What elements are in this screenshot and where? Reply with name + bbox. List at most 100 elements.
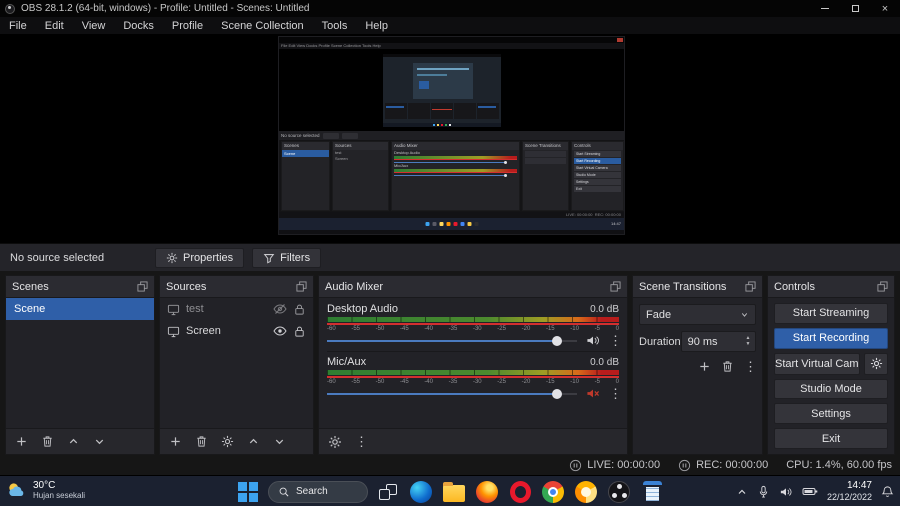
source-list-item-screen[interactable]: Screen	[160, 320, 313, 342]
chevron-down-icon	[741, 313, 748, 317]
menu-tools[interactable]: Tools	[313, 20, 357, 32]
volume-slider[interactable]	[327, 388, 577, 400]
start-button[interactable]	[235, 479, 261, 505]
dock-popout-icon[interactable]	[610, 281, 621, 292]
dock-popout-icon[interactable]	[745, 281, 756, 292]
mixer-options-icon[interactable]: ⋮	[355, 435, 368, 448]
advanced-audio-icon[interactable]	[328, 435, 342, 449]
file-explorer-icon	[443, 481, 465, 502]
scenes-title: Scenes	[12, 280, 49, 293]
filters-button[interactable]: Filters	[252, 247, 322, 268]
chrome-icon	[542, 480, 564, 503]
move-source-down-icon[interactable]	[273, 435, 286, 448]
add-source-icon[interactable]	[169, 435, 182, 448]
mic-muted-icon[interactable]	[585, 387, 601, 400]
taskbar-weather-widget[interactable]: 30°C Hujan sesekali	[6, 479, 85, 501]
chrome-canary-button[interactable]	[573, 479, 599, 505]
mic-tray-icon[interactable]	[757, 485, 770, 498]
scene-list-item[interactable]: Scene	[6, 298, 154, 320]
close-button[interactable]: ×	[870, 0, 900, 17]
lock-icon[interactable]	[293, 325, 306, 338]
tick-label: 0	[615, 326, 619, 332]
clock-date: 22/12/2022	[826, 492, 872, 503]
spin-down-icon[interactable]: ▼	[746, 342, 751, 347]
mini-nested-capture	[383, 54, 501, 127]
hidden-icons-chevron[interactable]	[736, 486, 748, 498]
start-streaming-button[interactable]: Start Streaming	[774, 303, 888, 324]
add-scene-icon[interactable]	[15, 435, 28, 448]
source-properties-icon[interactable]	[221, 435, 234, 448]
start-virtual-camera-button[interactable]: Start Virtual Camera	[774, 352, 860, 375]
channel-options-icon[interactable]: ⋮	[609, 334, 622, 347]
file-explorer-button[interactable]	[441, 479, 467, 505]
monitor-icon	[167, 304, 180, 315]
transition-select[interactable]: Fade	[639, 304, 756, 325]
virtual-camera-config-button[interactable]	[864, 352, 888, 375]
duration-spinbox[interactable]: 90 ms ▲ ▼	[680, 331, 756, 352]
remove-source-icon[interactable]	[195, 435, 208, 448]
menu-scene-collection[interactable]: Scene Collection	[212, 20, 313, 32]
visibility-off-icon[interactable]	[273, 302, 287, 316]
tick-label: -30	[472, 326, 482, 332]
clock-time: 14:47	[846, 480, 872, 492]
obs-taskbar-button[interactable]	[606, 479, 632, 505]
visibility-on-icon[interactable]	[273, 324, 287, 338]
dock-popout-icon[interactable]	[296, 281, 307, 292]
scene-transitions-title: Scene Transitions	[639, 280, 727, 293]
source-list-item-test[interactable]: test	[160, 298, 313, 320]
mini-preview	[279, 49, 624, 131]
channel-options-icon[interactable]: ⋮	[609, 387, 622, 400]
tick-label: -5	[594, 379, 600, 385]
tick-label: -25	[497, 326, 506, 332]
notification-bell-icon[interactable]	[881, 485, 894, 498]
tick-label: -55	[351, 326, 360, 332]
window-titlebar: OBS 28.1.2 (64-bit, windows) - Profile: …	[0, 0, 900, 17]
preview-canvas[interactable]: File Edit View Docks Profile Scene Colle…	[0, 34, 900, 243]
settings-button[interactable]: Settings	[774, 403, 888, 425]
add-transition-icon[interactable]	[698, 360, 711, 373]
dock-popout-icon[interactable]	[137, 281, 148, 292]
maximize-button[interactable]	[840, 0, 870, 17]
menu-profile[interactable]: Profile	[163, 20, 212, 32]
task-view-button[interactable]	[375, 479, 401, 505]
firefox-button[interactable]	[474, 479, 500, 505]
transition-options-icon[interactable]: ⋮	[744, 360, 757, 373]
tick-label: -45	[399, 379, 409, 385]
tick-label: -50	[375, 326, 385, 332]
dock-popout-icon[interactable]	[877, 281, 888, 292]
taskbar-clock[interactable]: 14:47 22/12/2022	[827, 480, 872, 503]
volume-slider[interactable]	[327, 335, 577, 347]
taskbar-search[interactable]: Search	[268, 480, 368, 503]
mini-source-toolbar: No source selected	[279, 131, 624, 140]
chrome-button[interactable]	[540, 479, 566, 505]
menu-help[interactable]: Help	[356, 20, 397, 32]
menu-view[interactable]: View	[73, 20, 115, 32]
tick-label: -20	[521, 326, 531, 332]
studio-mode-button[interactable]: Studio Mode	[774, 378, 888, 400]
remove-scene-icon[interactable]	[41, 435, 54, 448]
minimize-button[interactable]	[810, 0, 840, 17]
edge-button[interactable]	[408, 479, 434, 505]
move-scene-down-icon[interactable]	[93, 435, 106, 448]
menu-file[interactable]: File	[0, 20, 36, 32]
move-scene-up-icon[interactable]	[67, 435, 80, 448]
tick-label: -30	[472, 379, 482, 385]
filter-icon	[263, 253, 275, 264]
exit-button[interactable]: Exit	[774, 428, 888, 449]
volume-slider-handle[interactable]	[552, 335, 562, 346]
menu-docks[interactable]: Docks	[114, 20, 163, 32]
notepad-button[interactable]	[639, 479, 665, 505]
opera-button[interactable]	[507, 479, 533, 505]
lock-icon[interactable]	[293, 303, 306, 316]
properties-button[interactable]: Properties	[155, 247, 245, 268]
remove-transition-icon[interactable]	[721, 360, 734, 373]
speaker-icon[interactable]	[585, 334, 601, 347]
volume-tray-icon[interactable]	[779, 486, 793, 498]
gear-icon	[166, 252, 178, 263]
start-recording-button[interactable]: Start Recording	[774, 327, 888, 349]
move-source-up-icon[interactable]	[247, 435, 260, 448]
controls-title: Controls	[774, 280, 815, 293]
menu-edit[interactable]: Edit	[36, 20, 73, 32]
volume-slider-handle[interactable]	[552, 388, 562, 399]
battery-tray-icon[interactable]	[802, 486, 818, 497]
